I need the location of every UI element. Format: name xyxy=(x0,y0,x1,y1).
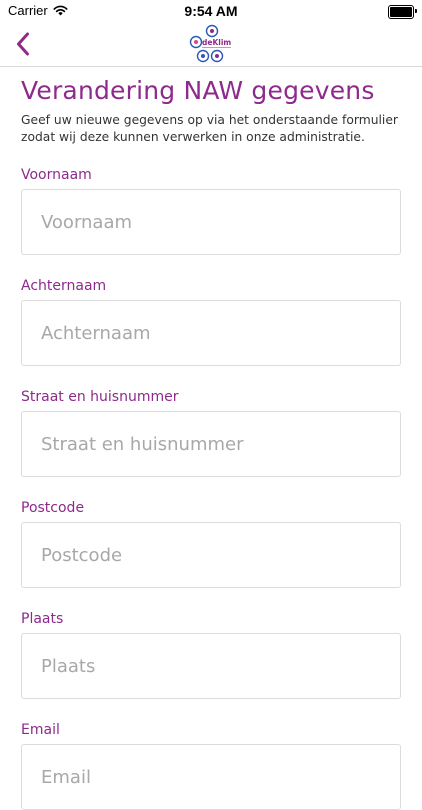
field-label: Email xyxy=(21,722,60,738)
nav-bar: deKlim xyxy=(0,22,422,67)
email-input[interactable] xyxy=(21,744,401,810)
field-email: Email xyxy=(21,721,401,810)
plaats-input[interactable] xyxy=(21,633,401,699)
deklim-logo: deKlim xyxy=(189,24,231,63)
chevron-left-icon xyxy=(17,32,29,56)
back-button[interactable] xyxy=(8,30,38,58)
page-title: Verandering NAW gegevens xyxy=(21,76,375,105)
status-time: 9:54 AM xyxy=(184,3,238,19)
field-label: Voornaam xyxy=(21,167,92,183)
field-label: Straat en huisnummer xyxy=(21,389,179,405)
battery-icon xyxy=(388,5,417,19)
achternaam-input[interactable] xyxy=(21,300,401,366)
field-postcode: Postcode xyxy=(21,499,401,588)
status-bar: Carrier 9:54 AM xyxy=(0,0,422,22)
field-label: Plaats xyxy=(21,611,64,627)
field-voornaam: Voornaam xyxy=(21,166,401,255)
main-content: Verandering NAW gegevens Geef uw nieuwe … xyxy=(21,66,401,810)
straat-input[interactable] xyxy=(21,411,401,477)
field-label: Achternaam xyxy=(21,278,107,294)
field-straat: Straat en huisnummer xyxy=(21,388,401,477)
page-intro: Geef uw nieuwe gegevens op via het onder… xyxy=(21,113,398,144)
logo-text: deKlim xyxy=(202,38,231,47)
battery-level xyxy=(390,7,412,17)
voornaam-input[interactable] xyxy=(21,189,401,255)
postcode-input[interactable] xyxy=(21,522,401,588)
field-plaats: Plaats xyxy=(21,610,401,699)
field-label: Postcode xyxy=(21,500,85,516)
field-achternaam: Achternaam xyxy=(21,277,401,366)
